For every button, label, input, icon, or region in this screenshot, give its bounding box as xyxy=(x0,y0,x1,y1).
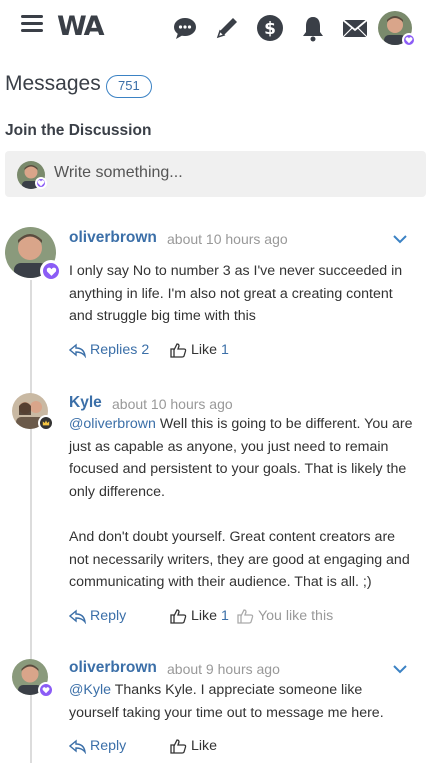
thumbs-up-icon xyxy=(237,608,254,624)
like-label: Like xyxy=(191,608,218,624)
reply-label: Reply xyxy=(90,608,127,624)
like-count: 1 xyxy=(221,342,229,358)
brand-logo[interactable]: WA xyxy=(57,11,104,42)
you-like-label: You like this xyxy=(258,608,334,624)
comment-author[interactable]: oliverbrown xyxy=(69,229,157,247)
page-title: Messages xyxy=(5,72,101,95)
comment-time: about 10 hours ago xyxy=(112,396,233,412)
reply-icon xyxy=(69,739,86,754)
message-count-badge: 751 xyxy=(106,75,152,98)
like-count: 1 xyxy=(221,608,229,624)
heart-badge-icon xyxy=(402,33,416,47)
heart-badge-icon xyxy=(35,177,47,189)
you-like-this: You like this xyxy=(237,608,333,624)
join-discussion-heading: Join the Discussion xyxy=(5,122,152,139)
comment-time: about 9 hours ago xyxy=(167,661,280,677)
chevron-down-icon[interactable] xyxy=(393,664,407,674)
like-label: Like xyxy=(191,342,218,358)
composer-input[interactable]: Write something... xyxy=(5,151,426,197)
pencil-icon[interactable] xyxy=(213,14,241,42)
like-label: Like xyxy=(191,738,218,754)
comment-text: I only say No to number 3 as I've never … xyxy=(69,263,403,325)
like-button[interactable]: Like 1 xyxy=(170,608,229,624)
like-button[interactable]: Like xyxy=(170,738,217,754)
comment-body: I only say No to number 3 as I've never … xyxy=(69,260,414,328)
mention-link[interactable]: @oliverbrown xyxy=(69,416,156,432)
reply-button[interactable]: Reply xyxy=(69,608,126,624)
bell-icon[interactable] xyxy=(299,14,327,42)
comment-text: Thanks Kyle. I appreciate someone like y… xyxy=(69,682,384,721)
replies-button[interactable]: Replies 2 xyxy=(69,342,149,358)
comment-author[interactable]: Kyle xyxy=(69,394,102,412)
reply-icon xyxy=(69,609,86,624)
thumbs-up-icon xyxy=(170,342,187,358)
comment-body: @oliverbrown Well this is going to be di… xyxy=(69,413,414,594)
replies-label: Replies xyxy=(90,342,138,358)
comment-text: And don't doubt yourself. Great content … xyxy=(69,528,410,591)
reply-icon xyxy=(69,343,86,358)
crown-badge-icon xyxy=(38,415,54,431)
heart-badge-icon xyxy=(38,682,54,698)
reply-button[interactable]: Reply xyxy=(69,738,126,754)
thumbs-up-icon xyxy=(170,738,187,754)
chat-bubbles-icon[interactable] xyxy=(172,14,200,42)
menu-icon[interactable] xyxy=(21,15,43,33)
mention-link[interactable]: @Kyle xyxy=(69,682,111,698)
mail-icon[interactable] xyxy=(341,14,369,42)
svg-text:$: $ xyxy=(264,19,276,39)
comment-body: @Kyle Thanks Kyle. I appreciate someone … xyxy=(69,679,414,724)
comment-author[interactable]: oliverbrown xyxy=(69,659,157,677)
comment-time: about 10 hours ago xyxy=(167,231,288,247)
like-button[interactable]: Like 1 xyxy=(170,342,229,358)
dollar-icon[interactable]: $ xyxy=(256,14,284,42)
chevron-down-icon[interactable] xyxy=(393,234,407,244)
replies-count: 2 xyxy=(141,342,150,358)
thumbs-up-icon xyxy=(170,608,187,624)
heart-badge-icon xyxy=(40,260,62,282)
composer-placeholder: Write something... xyxy=(54,164,183,181)
top-nav-bar: WA $ xyxy=(0,0,426,58)
reply-label: Reply xyxy=(90,738,127,754)
